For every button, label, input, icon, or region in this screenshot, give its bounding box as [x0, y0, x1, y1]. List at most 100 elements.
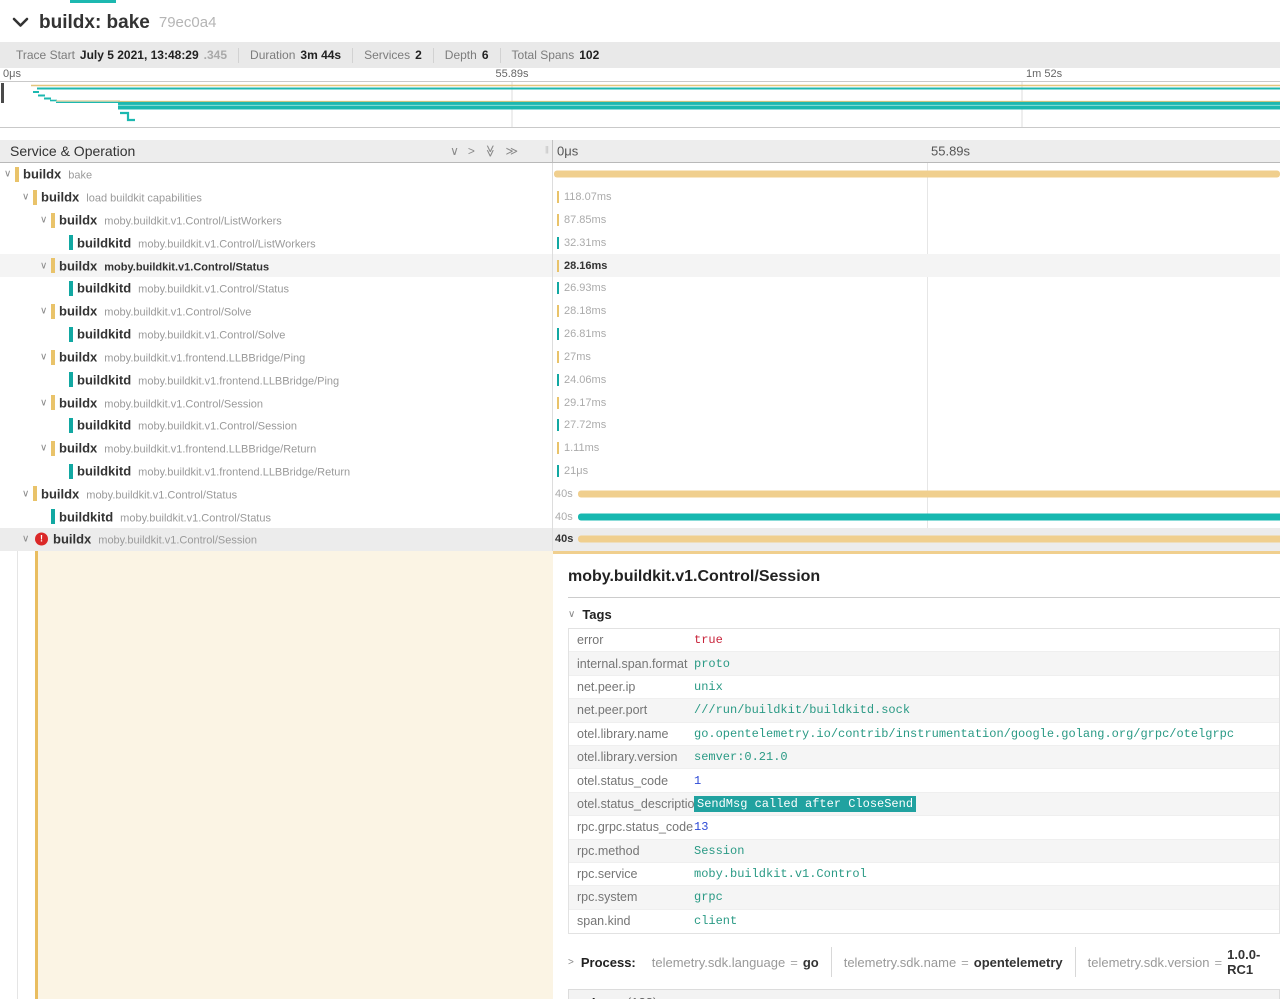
detail-left-panel[interactable]: [38, 551, 553, 999]
span-row[interactable]: ∨buildxbake: [0, 163, 1280, 186]
span-row[interactable]: buildkitdmoby.buildkit.v1.Control/Status…: [0, 505, 1280, 528]
span-name-cell[interactable]: buildkitdmoby.buildkit.v1.frontend.LLBBr…: [0, 460, 553, 483]
span-name-cell[interactable]: ∨buildxmoby.buildkit.v1.frontend.LLBBrid…: [0, 437, 553, 460]
span-bar[interactable]: [557, 351, 559, 363]
span-bar[interactable]: [557, 397, 559, 409]
span-row[interactable]: buildkitdmoby.buildkit.v1.Control/Sessio…: [0, 414, 1280, 437]
logs-section-header[interactable]: > Logs (128): [568, 989, 1280, 999]
span-bar-cell[interactable]: 27ms: [553, 346, 1280, 369]
span-row[interactable]: buildkitdmoby.buildkit.v1.Control/Solve2…: [0, 323, 1280, 346]
span-bar-cell[interactable]: 21μs: [553, 460, 1280, 483]
span-row[interactable]: buildkitdmoby.buildkit.v1.frontend.LLBBr…: [0, 368, 1280, 391]
span-bar-cell[interactable]: 26.93ms: [553, 277, 1280, 300]
span-bar[interactable]: [557, 214, 559, 226]
chevron-down-icon[interactable]: ∨: [22, 534, 29, 545]
span-row[interactable]: ∨buildxmoby.buildkit.v1.Control/Status40…: [0, 482, 1280, 505]
minimap-drag-handle[interactable]: [1, 83, 4, 103]
span-row[interactable]: ∨buildxmoby.buildkit.v1.frontend.LLBBrid…: [0, 346, 1280, 369]
span-name-cell[interactable]: ∨buildxmoby.buildkit.v1.Control/ListWork…: [0, 209, 553, 232]
span-bar-cell[interactable]: 32.31ms: [553, 231, 1280, 254]
span-bar-cell[interactable]: 26.81ms: [553, 323, 1280, 346]
span-bar[interactable]: [557, 419, 559, 431]
span-bar-cell[interactable]: 118.07ms: [553, 186, 1280, 209]
span-name-cell[interactable]: ∨!buildxmoby.buildkit.v1.Control/Session: [0, 528, 553, 551]
span-row[interactable]: ∨buildxmoby.buildkit.v1.frontend.LLBBrid…: [0, 437, 1280, 460]
span-bar[interactable]: [578, 513, 1280, 520]
span-row[interactable]: ∨buildxmoby.buildkit.v1.Control/Solve28.…: [0, 300, 1280, 323]
span-row[interactable]: ∨!buildxmoby.buildkit.v1.Control/Session…: [0, 528, 1280, 551]
span-bar-cell[interactable]: 40s: [553, 482, 1280, 505]
service-color-chip: [51, 350, 55, 365]
span-bar[interactable]: [557, 260, 559, 272]
chevron-down-icon[interactable]: ∨: [40, 443, 47, 454]
chevron-down-icon[interactable]: ∨: [40, 351, 47, 362]
span-name-cell[interactable]: ∨buildxmoby.buildkit.v1.Control/Status: [0, 254, 553, 277]
span-name-cell[interactable]: ∨buildxmoby.buildkit.v1.frontend.LLBBrid…: [0, 346, 553, 369]
span-bar[interactable]: [557, 282, 559, 294]
chevron-down-icon[interactable]: ∨: [4, 169, 11, 180]
span-name-cell[interactable]: buildkitdmoby.buildkit.v1.Control/ListWo…: [0, 231, 553, 254]
span-bar[interactable]: [557, 191, 559, 203]
span-name-cell[interactable]: ∨buildxmoby.buildkit.v1.Control/Session: [0, 391, 553, 414]
span-bar[interactable]: [557, 442, 559, 454]
collapse-trace-chevron-icon[interactable]: [12, 17, 29, 28]
span-bar-cell[interactable]: [553, 163, 1280, 186]
expand-all-icon[interactable]: ≫: [505, 145, 518, 157]
trace-title: buildx: bake: [39, 12, 150, 34]
service-name: buildx: [59, 258, 97, 273]
span-name-cell[interactable]: ∨buildxload buildkit capabilities: [0, 186, 553, 209]
tag-row: errortrue: [569, 629, 1279, 652]
span-bar-cell[interactable]: 87.85ms: [553, 209, 1280, 232]
span-row[interactable]: ∨buildxmoby.buildkit.v1.Control/Session2…: [0, 391, 1280, 414]
span-bar-cell[interactable]: 40s: [553, 505, 1280, 528]
span-bar-cell[interactable]: 40s: [553, 528, 1280, 551]
span-name-cell[interactable]: ∨buildxmoby.buildkit.v1.Control/Solve: [0, 300, 553, 323]
collapse-all-icon[interactable]: ≫: [484, 145, 496, 158]
span-bar[interactable]: [557, 237, 559, 249]
span-name-cell[interactable]: buildkitdmoby.buildkit.v1.Control/Status: [0, 277, 553, 300]
span-bar-cell[interactable]: 29.17ms: [553, 391, 1280, 414]
span-bar[interactable]: [557, 305, 559, 317]
span-row[interactable]: ∨buildxmoby.buildkit.v1.Control/Status28…: [0, 254, 1280, 277]
span-bar[interactable]: [578, 536, 1280, 543]
span-bar-cell[interactable]: 1.11ms: [553, 437, 1280, 460]
column-divider[interactable]: [552, 163, 553, 551]
tag-key: span.kind: [569, 914, 694, 928]
tags-section-header[interactable]: ∨ Tags: [568, 607, 1280, 622]
chevron-down-icon[interactable]: ∨: [40, 215, 47, 226]
duration-label: 40s: [555, 533, 573, 545]
span-name-cell[interactable]: buildkitdmoby.buildkit.v1.Control/Solve: [0, 323, 553, 346]
span-bar-cell[interactable]: 28.18ms: [553, 300, 1280, 323]
span-bar[interactable]: [557, 328, 559, 340]
chevron-right-icon[interactable]: >: [568, 957, 574, 968]
span-name-cell[interactable]: ∨buildxmoby.buildkit.v1.Control/Status: [0, 482, 553, 505]
span-bar-cell[interactable]: 28.16ms: [553, 254, 1280, 277]
span-row[interactable]: buildkitdmoby.buildkit.v1.Control/ListWo…: [0, 231, 1280, 254]
column-resize-grip[interactable]: ‖: [545, 146, 549, 157]
chevron-down-icon[interactable]: ∨: [22, 488, 29, 499]
span-bar[interactable]: [578, 490, 1280, 497]
collapse-one-icon[interactable]: ∨: [450, 145, 459, 157]
duration-label: 27.72ms: [564, 419, 606, 431]
expand-one-icon[interactable]: >: [468, 145, 475, 157]
chevron-down-icon[interactable]: ∨: [40, 397, 47, 408]
span-bar-cell[interactable]: 27.72ms: [553, 414, 1280, 437]
chevron-down-icon[interactable]: ∨: [40, 306, 47, 317]
span-bar[interactable]: [557, 465, 559, 477]
span-name-cell[interactable]: ∨buildxbake: [0, 163, 553, 186]
span-name-cell[interactable]: buildkitdmoby.buildkit.v1.Control/Sessio…: [0, 414, 553, 437]
chevron-down-icon[interactable]: ∨: [22, 192, 29, 203]
span-row[interactable]: ∨buildxload buildkit capabilities118.07m…: [0, 186, 1280, 209]
service-name: buildx: [23, 167, 61, 182]
span-row[interactable]: buildkitdmoby.buildkit.v1.frontend.LLBBr…: [0, 460, 1280, 483]
span-bar[interactable]: [554, 171, 1280, 178]
span-row[interactable]: buildkitdmoby.buildkit.v1.Control/Status…: [0, 277, 1280, 300]
span-row[interactable]: ∨buildxmoby.buildkit.v1.Control/ListWork…: [0, 209, 1280, 232]
operation-name: moby.buildkit.v1.Control/Session: [138, 421, 297, 433]
span-name-cell[interactable]: buildkitdmoby.buildkit.v1.frontend.LLBBr…: [0, 368, 553, 391]
minimap-canvas[interactable]: [0, 81, 1280, 128]
span-bar[interactable]: [557, 374, 559, 386]
span-bar-cell[interactable]: 24.06ms: [553, 368, 1280, 391]
chevron-down-icon[interactable]: ∨: [40, 260, 47, 271]
span-name-cell[interactable]: buildkitdmoby.buildkit.v1.Control/Status: [0, 505, 553, 528]
